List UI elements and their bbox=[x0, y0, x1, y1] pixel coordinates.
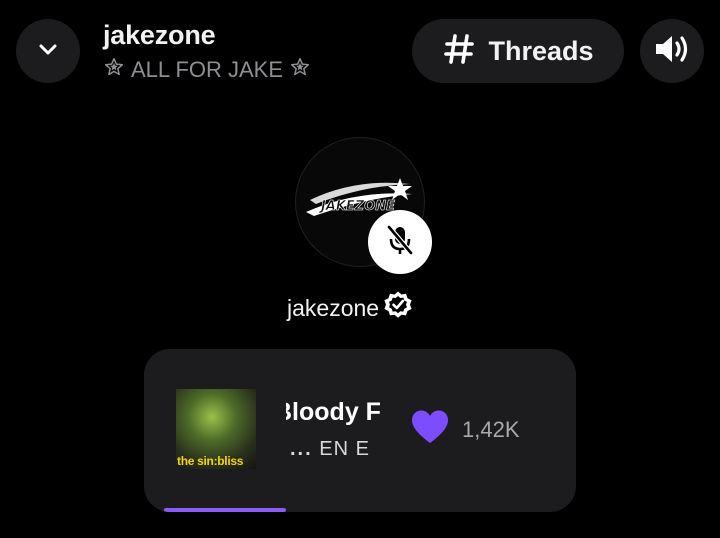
muted-badge bbox=[368, 210, 432, 274]
logo-text: JAKEZONE bbox=[318, 199, 395, 214]
song-artist-text: EN E bbox=[319, 438, 370, 460]
collapse-button[interactable] bbox=[16, 19, 80, 83]
hash-icon bbox=[442, 32, 476, 71]
subtitle-text: ALL FOR JAKE bbox=[131, 57, 284, 82]
speaker-icon bbox=[653, 32, 691, 71]
sound-button[interactable] bbox=[640, 19, 704, 83]
threads-button[interactable]: Threads bbox=[412, 19, 624, 83]
verified-badge-icon bbox=[383, 290, 413, 326]
like-count: 1,42K bbox=[462, 416, 520, 442]
playback-progress-fill bbox=[164, 508, 286, 512]
like-control[interactable]: 1,42K bbox=[410, 409, 520, 450]
song-info: Bloody F ... EN E bbox=[286, 397, 386, 469]
star-icon bbox=[104, 57, 124, 83]
space-subtitle: ALL FOR JAKE bbox=[104, 57, 310, 83]
album-cover: the sin:bliss bbox=[176, 389, 256, 469]
album-cover-text: the sin:bliss bbox=[177, 454, 244, 468]
host-name: jakezone bbox=[287, 290, 413, 326]
threads-label: Threads bbox=[488, 35, 594, 66]
song-artist: ... EN E bbox=[290, 438, 370, 460]
mic-off-icon bbox=[383, 223, 417, 262]
song-title: Bloody F bbox=[286, 398, 381, 426]
chevron-down-icon bbox=[37, 38, 59, 65]
now-playing-card[interactable]: the sin:bliss Bloody F ... EN E 1,42K bbox=[144, 349, 576, 512]
host-name-text: jakezone bbox=[287, 294, 380, 321]
star-icon bbox=[290, 57, 310, 83]
space-title: jakezone bbox=[103, 20, 216, 50]
playback-progress[interactable] bbox=[164, 508, 556, 512]
heart-icon[interactable] bbox=[410, 409, 450, 450]
